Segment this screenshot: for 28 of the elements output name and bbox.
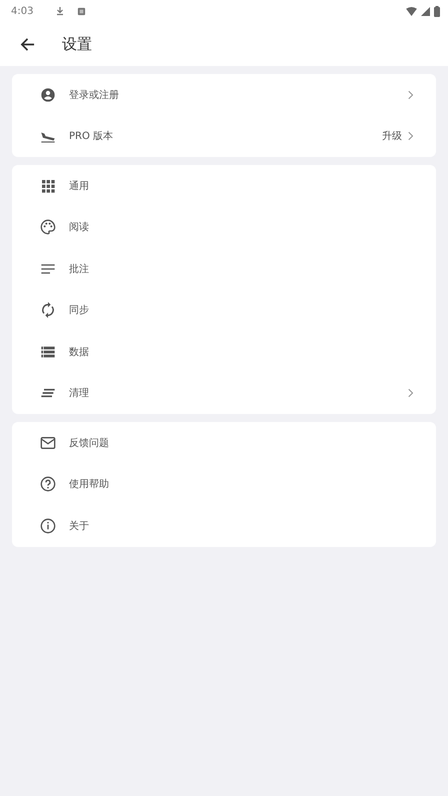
setting-label[interactable]: 数据 bbox=[69, 344, 89, 359]
palette-icon bbox=[40, 219, 56, 236]
back-icon[interactable] bbox=[20, 36, 35, 52]
help-icon bbox=[40, 476, 56, 492]
account-icon bbox=[40, 86, 56, 103]
notification-icon bbox=[77, 6, 86, 16]
battery-icon bbox=[434, 6, 440, 16]
setting-label[interactable]: 同步 bbox=[69, 303, 89, 318]
setting-label[interactable]: 阅读 bbox=[69, 220, 89, 234]
setting-label[interactable]: PRO 版本 bbox=[69, 129, 114, 144]
setting-value: 升级 bbox=[382, 130, 402, 144]
mail-icon bbox=[40, 434, 56, 451]
setting-label[interactable]: 关于 bbox=[69, 518, 89, 533]
info-icon bbox=[40, 518, 56, 534]
download-icon bbox=[55, 6, 66, 16]
setting-label[interactable]: 登录或注册 bbox=[69, 88, 119, 102]
setting-label[interactable]: 通用 bbox=[69, 178, 89, 193]
list-icon bbox=[40, 344, 56, 360]
sync-icon bbox=[40, 302, 56, 318]
setting-label[interactable]: 使用帮助 bbox=[69, 477, 109, 492]
page-title: 设置 bbox=[62, 34, 92, 54]
signal-icon bbox=[421, 6, 430, 16]
setting-label[interactable]: 清理 bbox=[69, 386, 89, 400]
grid-icon bbox=[40, 178, 56, 194]
setting-label[interactable]: 批注 bbox=[69, 262, 89, 276]
setting-label[interactable]: 反馈问题 bbox=[69, 436, 109, 450]
wifi-icon bbox=[406, 6, 417, 16]
status-time: 4:03 bbox=[11, 6, 34, 16]
